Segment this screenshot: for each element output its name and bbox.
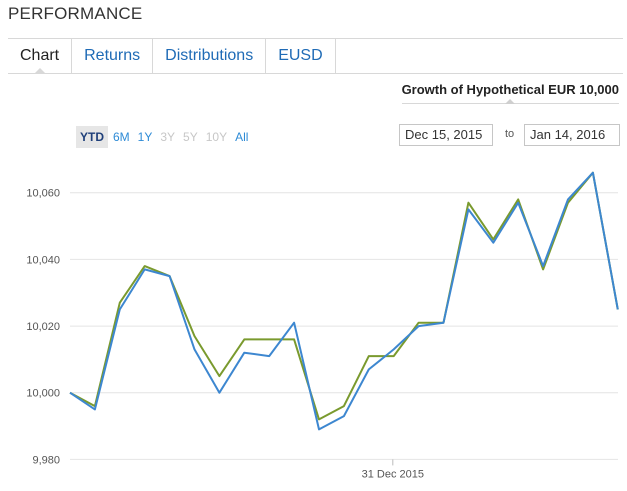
y-tick-label: 10,020 bbox=[26, 321, 60, 333]
series-line-blue bbox=[69, 171, 619, 431]
y-tick-label: 10,040 bbox=[26, 254, 60, 266]
x-tick-label: 31 Dec 2015 bbox=[362, 468, 424, 480]
series-line-green bbox=[69, 171, 619, 421]
y-tick-label: 10,000 bbox=[26, 388, 60, 400]
y-tick-label: 10,060 bbox=[26, 188, 60, 200]
y-tick-label: 9,980 bbox=[32, 454, 60, 466]
growth-chart: 9,980 10,000 10,020 10,040 10,060 31 Dec 2015 bbox=[26, 171, 619, 480]
